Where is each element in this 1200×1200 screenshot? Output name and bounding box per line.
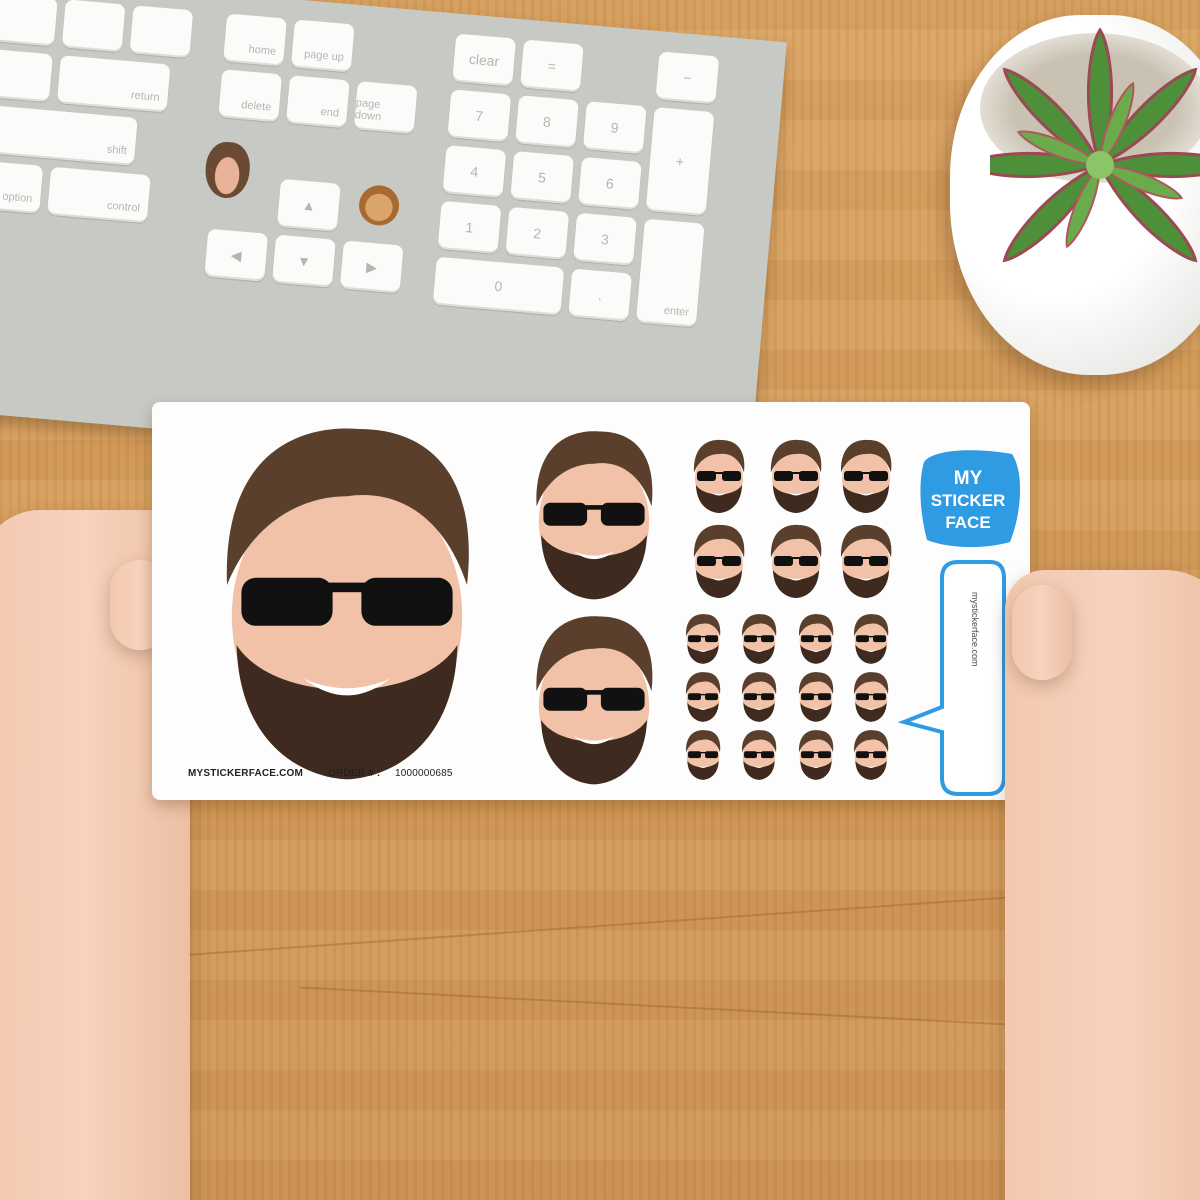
logo-line-3: FACE <box>945 513 990 532</box>
numpad-key: + <box>645 107 715 216</box>
tiny-face-sticker <box>741 672 777 722</box>
keyboard-key: page down <box>353 81 418 135</box>
logo-line-2: STICKER <box>931 491 1006 510</box>
right-thumb <box>1012 585 1072 680</box>
tiny-face-sticker <box>798 730 834 780</box>
plant-pot <box>950 15 1200 375</box>
numpad-key: 6 <box>577 156 642 210</box>
medium-face-sticker <box>536 431 653 600</box>
speech-bubble-sticker <box>897 560 1006 796</box>
small-face-sticker <box>693 439 745 513</box>
arrow-left-key: ◀ <box>204 228 269 282</box>
website-text: MYSTICKERFACE.COM <box>188 768 304 779</box>
keyboard-key <box>61 0 126 53</box>
tiny-face-sticker <box>853 672 889 722</box>
logo-line-1: MY <box>954 468 983 489</box>
numpad-key: − <box>655 51 720 105</box>
keyboard-key: page up <box>290 19 355 73</box>
mini-dog-sticker <box>357 183 401 228</box>
photo-scene: return shift option control home page up… <box>0 0 1200 1200</box>
tiny-face-sticker <box>685 730 721 780</box>
keyboard-key: end <box>285 75 350 129</box>
numpad-key: 5 <box>510 151 575 205</box>
bubble-url-text: mystickerface.com <box>970 592 980 667</box>
numpad-key: 4 <box>442 145 507 199</box>
tiny-face-sticker <box>853 614 889 664</box>
large-face-sticker <box>226 428 469 780</box>
tiny-face-sticker <box>798 614 834 664</box>
medium-face-sticker <box>536 616 653 785</box>
small-face-sticker <box>770 524 822 598</box>
numpad-key: 0 <box>432 256 565 316</box>
order-number: 1000000685 <box>395 768 453 779</box>
keyboard-key: return <box>56 55 171 113</box>
tiny-face-sticker <box>741 730 777 780</box>
small-face-sticker <box>770 439 822 513</box>
small-face-sticker <box>693 524 745 598</box>
numpad-key: . <box>568 268 633 322</box>
numpad-key: 2 <box>505 206 570 260</box>
tiny-face-sticker <box>685 614 721 664</box>
keyboard-key: delete <box>218 69 283 123</box>
numpad-key: 7 <box>447 89 512 143</box>
tiny-face-sticker <box>853 730 889 780</box>
numpad-key: enter <box>635 218 705 328</box>
numpad-key: 8 <box>515 95 579 149</box>
logo-sticker: MY STICKER FACE <box>920 450 1021 548</box>
sticker-sheet: MY STICKER FACE mystickerface.com MYSTIC… <box>152 402 1030 800</box>
tiny-face-sticker <box>741 614 777 664</box>
order-label: ORDER # : <box>328 768 381 779</box>
mini-face-sticker <box>203 140 252 200</box>
succulent-plant <box>990 27 1200 263</box>
numpad-key: 1 <box>437 200 502 254</box>
keyboard-key <box>129 5 194 59</box>
numpad-key: clear <box>452 33 517 87</box>
tiny-face-sticker <box>685 672 721 722</box>
sticker-faces: MY STICKER FACE <box>226 428 1021 796</box>
keyboard-key <box>0 49 53 103</box>
keyboard-key: option <box>0 160 44 214</box>
keyboard-key: control <box>47 166 151 224</box>
numpad-key: 9 <box>582 101 647 155</box>
small-face-sticker <box>840 524 892 598</box>
arrow-up-key: ▲ <box>276 178 341 232</box>
tiny-face-sticker <box>798 672 834 722</box>
numpad-key: = <box>519 39 584 93</box>
keyboard-key: shift <box>0 104 138 166</box>
keyboard-key <box>0 0 58 47</box>
arrow-right-key: ▶ <box>339 240 404 294</box>
arrow-down-key: ▼ <box>271 234 336 288</box>
keyboard-key: home <box>223 13 288 67</box>
numpad-key: 3 <box>573 212 637 266</box>
small-face-sticker <box>840 439 892 513</box>
